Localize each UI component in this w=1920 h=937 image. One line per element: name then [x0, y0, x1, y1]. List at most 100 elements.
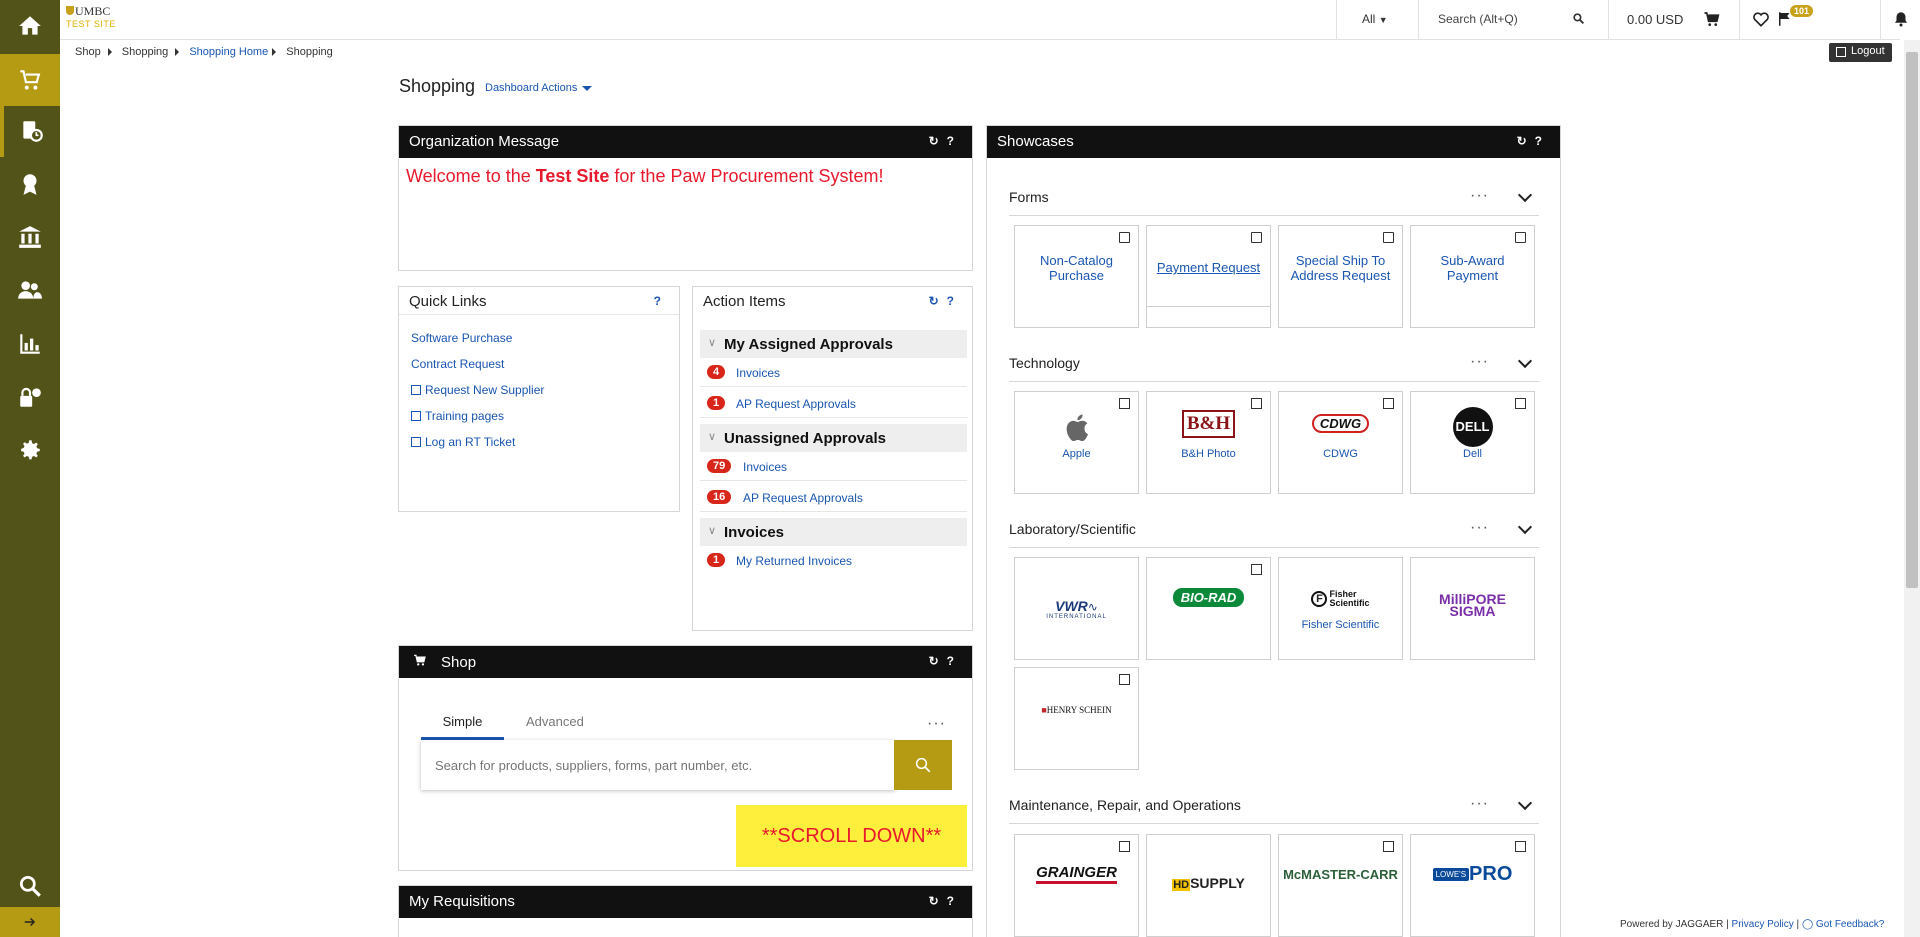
tile-label: Special Ship To Address Request: [1290, 253, 1391, 283]
shop-search-input[interactable]: [421, 740, 895, 790]
logo-text: UMBC: [75, 4, 111, 18]
breadcrumb-shopping-home[interactable]: Shopping Home: [189, 46, 268, 58]
settings-gear-icon[interactable]: [0, 424, 60, 476]
contracts-icon[interactable]: [0, 158, 60, 210]
scrollbar-thumb[interactable]: [1906, 52, 1918, 588]
breadcrumb-shop[interactable]: Shop: [75, 46, 101, 58]
supplier-tile-vwr[interactable]: VWR∿ INTERNATIONAL: [1014, 557, 1139, 660]
action-group-invoices[interactable]: ∨ Invoices: [700, 518, 967, 546]
dashboard-actions-dropdown[interactable]: Dashboard Actions: [485, 82, 593, 94]
global-search-input[interactable]: Search (Alt+Q): [1438, 12, 1518, 26]
search-icon[interactable]: [1572, 12, 1585, 28]
action-link[interactable]: Invoices: [743, 460, 787, 474]
umbc-logo[interactable]: UMBC TEST SITE: [66, 5, 116, 30]
tab-advanced-search[interactable]: Advanced: [526, 714, 584, 729]
search-icon[interactable]: [0, 860, 60, 912]
refresh-help-icons[interactable]: ↻?: [1517, 134, 1550, 148]
external-link-icon: [1515, 841, 1526, 852]
more-options-icon[interactable]: ···: [927, 715, 946, 733]
refresh-help-icons[interactable]: ↻?: [929, 654, 962, 668]
help-icon[interactable]: ?: [654, 294, 669, 308]
action-group-unassigned[interactable]: ∨ Unassigned Approvals: [700, 424, 967, 452]
quick-link-training-pages[interactable]: Training pages: [411, 409, 504, 423]
form-tile-sub-award[interactable]: Sub-Award Payment: [1410, 225, 1535, 328]
orders-icon[interactable]: [0, 105, 60, 157]
suppliers-icon[interactable]: [0, 264, 60, 316]
refresh-help-icons[interactable]: ↻?: [929, 894, 962, 908]
action-link[interactable]: AP Request Approvals: [736, 397, 856, 411]
showcase-section-laboratory[interactable]: Laboratory/Scientific: [1009, 521, 1136, 537]
tile-label: Apple: [1062, 448, 1091, 460]
supplier-tile-grainger[interactable]: GRAINGER: [1014, 834, 1139, 937]
tab-simple-search[interactable]: Simple: [421, 712, 504, 740]
showcase-section-mro[interactable]: Maintenance, Repair, and Operations: [1009, 797, 1241, 813]
more-options-icon[interactable]: ···: [1470, 187, 1489, 205]
external-link-icon: [411, 385, 421, 395]
msg-part: Welcome to the: [406, 166, 536, 186]
supplier-tile-henry-schein[interactable]: ■HENRY SCHEIN: [1014, 667, 1139, 770]
refresh-help-icons[interactable]: ↻?: [929, 294, 962, 308]
privacy-policy-link[interactable]: Privacy Policy: [1732, 919, 1794, 930]
refresh-help-icons[interactable]: ↻?: [929, 134, 962, 148]
quick-link-log-rt-ticket[interactable]: Log an RT Ticket: [411, 435, 515, 449]
action-group-my-assigned[interactable]: ∨ My Assigned Approvals: [700, 330, 967, 358]
quick-link-label: Log an RT Ticket: [425, 435, 516, 449]
cart-total[interactable]: 0.00 USD: [1627, 12, 1683, 27]
action-row[interactable]: 4 Invoices: [700, 357, 967, 387]
action-link[interactable]: AP Request Approvals: [743, 491, 863, 505]
showcase-section-forms[interactable]: Forms: [1009, 189, 1049, 205]
got-feedback-link[interactable]: Got Feedback?: [1816, 919, 1884, 930]
form-tile-non-catalog[interactable]: Non-Catalog Purchase: [1014, 225, 1139, 328]
action-row[interactable]: 1 AP Request Approvals: [700, 388, 967, 418]
more-options-icon[interactable]: ···: [1470, 519, 1489, 537]
search-icon: [915, 757, 931, 773]
supplier-tile-apple[interactable]: Apple: [1014, 391, 1139, 494]
chevron-down-icon: ∨: [708, 337, 717, 349]
supplier-tile-fisher[interactable]: F Fisher Scientific Fisher Scientific: [1278, 557, 1403, 660]
panel-title: My Requisitions: [409, 893, 515, 910]
page-title: Shopping: [399, 76, 476, 96]
home-icon[interactable]: [0, 0, 60, 52]
test-site-label: TEST SITE: [66, 19, 116, 29]
action-link[interactable]: Invoices: [736, 366, 780, 380]
mcmaster-carr-logo: McMASTER-CARR: [1283, 867, 1398, 882]
accounts-payable-icon[interactable]: [0, 211, 60, 263]
supplier-tile-dell[interactable]: DELL Dell: [1410, 391, 1535, 494]
quick-link-contract-request[interactable]: Contract Request: [411, 357, 504, 371]
action-row[interactable]: 16 AP Request Approvals: [700, 482, 967, 512]
form-tile-payment-request[interactable]: Payment Request: [1146, 225, 1271, 328]
showcase-section-technology[interactable]: Technology: [1009, 355, 1080, 371]
logout-button[interactable]: Logout: [1829, 43, 1892, 62]
more-options-icon[interactable]: ···: [1470, 353, 1489, 371]
supplier-tile-lowes-pro[interactable]: LOWE'S PRO: [1410, 834, 1535, 937]
shop-cart-icon[interactable]: [0, 54, 60, 106]
quick-link-software-purchase[interactable]: Software Purchase: [411, 331, 512, 345]
supplier-tile-hd-supply[interactable]: HDSUPPLY: [1146, 834, 1271, 937]
supplier-tile-bio-rad[interactable]: BIO-RAD: [1146, 557, 1271, 660]
external-link-icon: [1383, 841, 1394, 852]
more-options-icon[interactable]: ···: [1470, 795, 1489, 813]
supplier-tile-bh-photo[interactable]: B&H B&H Photo: [1146, 391, 1271, 494]
form-tile-special-ship[interactable]: Special Ship To Address Request: [1278, 225, 1403, 328]
action-link[interactable]: My Returned Invoices: [736, 554, 852, 568]
quick-link-request-new-supplier[interactable]: Request New Supplier: [411, 383, 544, 397]
search-scope-dropdown[interactable]: All ▼: [1362, 12, 1388, 26]
breadcrumb-shopping[interactable]: Shopping: [122, 46, 169, 58]
action-row[interactable]: 1 My Returned Invoices: [700, 545, 967, 575]
action-row[interactable]: 79 Invoices: [700, 451, 967, 481]
shop-search-button[interactable]: [894, 740, 952, 790]
chevron-down-icon: ∨: [708, 431, 717, 443]
tile-label: Non-Catalog Purchase: [1040, 253, 1113, 283]
reports-icon[interactable]: [0, 318, 60, 370]
cart-icon[interactable]: [1703, 10, 1721, 28]
expand-nav-arrow-icon[interactable]: [0, 907, 60, 937]
supplier-tile-mcmaster[interactable]: McMASTER-CARR: [1278, 834, 1403, 937]
admin-lock-icon[interactable]: [0, 371, 60, 423]
count-badge: 16: [707, 490, 732, 504]
supplier-tile-millipore[interactable]: MilliPORE SIGMA: [1410, 557, 1535, 660]
count-badge: 79: [707, 459, 732, 473]
supplier-tile-cdwg[interactable]: CDWG CDWG: [1278, 391, 1403, 494]
notifications-bell-icon[interactable]: [1892, 10, 1910, 28]
external-link-icon: [1383, 398, 1394, 409]
favorites-heart-icon[interactable]: [1752, 10, 1770, 28]
